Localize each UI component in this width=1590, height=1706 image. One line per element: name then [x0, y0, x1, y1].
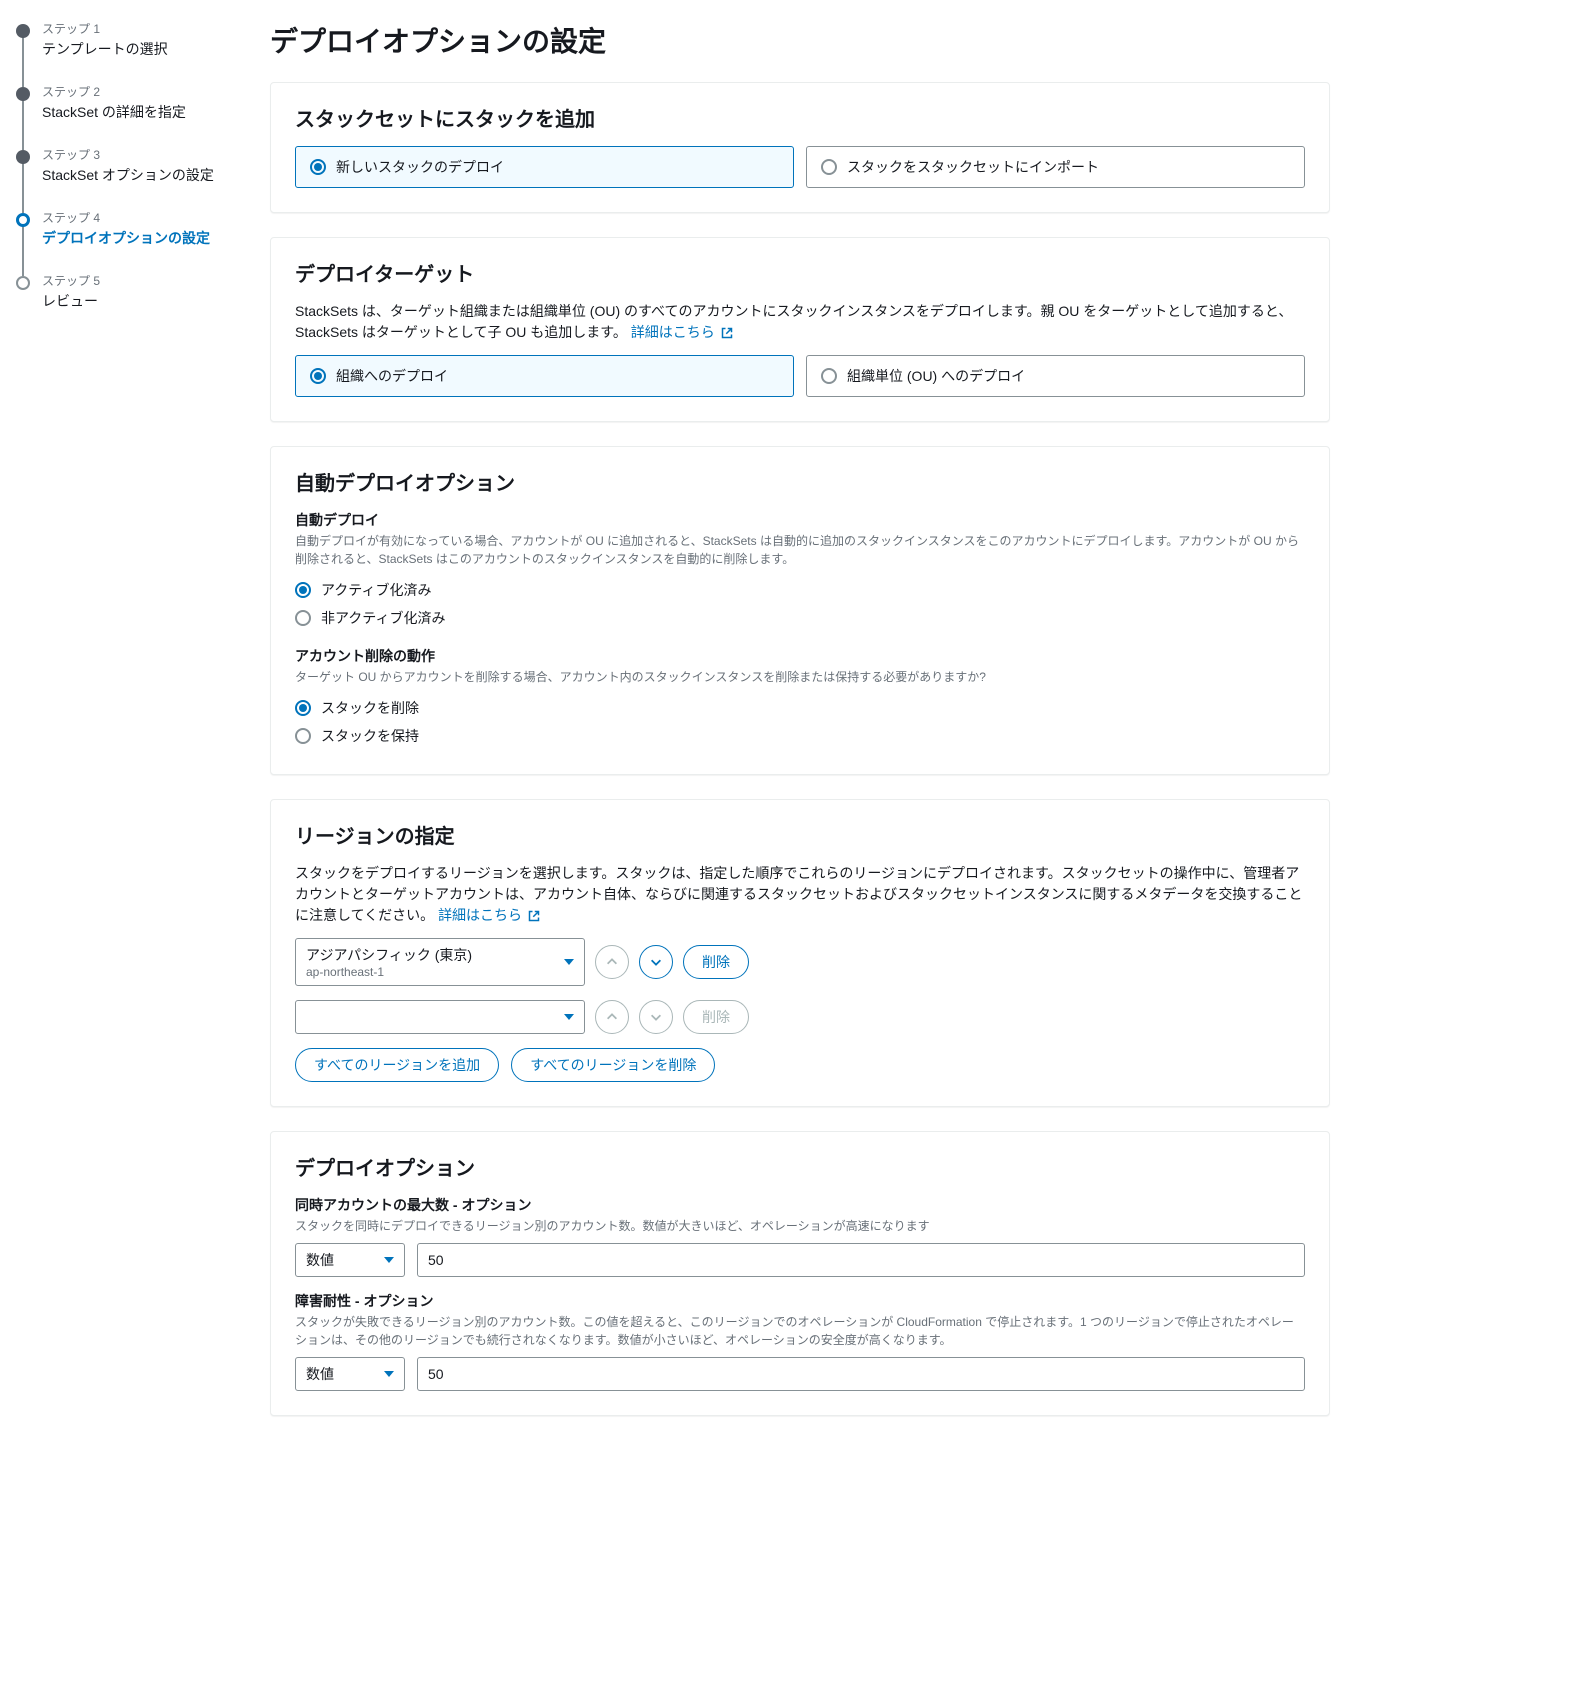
radio-icon	[310, 159, 326, 175]
caret-down-icon	[564, 1014, 574, 1020]
radio-icon	[295, 700, 311, 716]
radio-retain-stacks[interactable]: スタックを保持	[295, 722, 1305, 750]
region-row: 削除	[295, 1000, 1305, 1034]
step-title: StackSet オプションの設定	[42, 165, 270, 185]
step-number: ステップ 3	[42, 146, 270, 163]
region-select[interactable]: アジアパシフィック (東京) ap-northeast-1	[295, 938, 585, 986]
max-concurrent-input[interactable]	[417, 1243, 1305, 1277]
tile-deploy-to-ou[interactable]: 組織単位 (OU) へのデプロイ	[806, 355, 1305, 397]
panel-deploy-options: デプロイオプション 同時アカウントの最大数 - オプション スタックを同時にデプ…	[270, 1131, 1330, 1416]
step-1[interactable]: ステップ 1 テンプレートの選択	[16, 20, 270, 83]
tile-deploy-new-stacks[interactable]: 新しいスタックのデプロイ	[295, 146, 794, 188]
panel-description: スタックをデプロイするリージョンを選択します。スタックは、指定した順序でこれらの…	[295, 863, 1305, 926]
field-hint: ターゲット OU からアカウントを削除する場合、アカウント内のスタックインスタン…	[295, 668, 1305, 686]
tile-deploy-to-org[interactable]: 組織へのデプロイ	[295, 355, 794, 397]
chevron-up-icon	[605, 1010, 619, 1024]
step-4[interactable]: ステップ 4 デプロイオプションの設定	[16, 209, 270, 272]
chevron-down-icon	[649, 1010, 663, 1024]
tile-label: 組織へのデプロイ	[336, 366, 448, 386]
region-name: アジアパシフィック (東京)	[306, 945, 552, 965]
radio-auto-active[interactable]: アクティブ化済み	[295, 576, 1305, 604]
move-up-button	[595, 945, 629, 979]
step-title: レビュー	[42, 291, 270, 311]
remove-all-regions-button[interactable]: すべてのリージョンを削除	[511, 1048, 715, 1082]
select-value: 数値	[306, 1250, 372, 1270]
select-value: 数値	[306, 1364, 372, 1384]
field-hint: スタックが失敗できるリージョン別のアカウント数。この値を超えると、このリージョン…	[295, 1313, 1305, 1349]
step-5[interactable]: ステップ 5 レビュー	[16, 272, 270, 311]
region-row: アジアパシフィック (東京) ap-northeast-1 削除	[295, 938, 1305, 986]
step-number: ステップ 4	[42, 209, 270, 226]
step-2[interactable]: ステップ 2 StackSet の詳細を指定	[16, 83, 270, 146]
region-code: ap-northeast-1	[306, 965, 552, 979]
radio-label: スタックを保持	[321, 726, 419, 746]
learn-more-link[interactable]: 詳細はこちら	[438, 907, 540, 923]
move-up-button	[595, 1000, 629, 1034]
panel-heading: 自動デプロイオプション	[295, 467, 1305, 496]
radio-delete-stacks[interactable]: スタックを削除	[295, 694, 1305, 722]
tile-label: 組織単位 (OU) へのデプロイ	[847, 366, 1025, 386]
panel-regions: リージョンの指定 スタックをデプロイするリージョンを選択します。スタックは、指定…	[270, 799, 1330, 1107]
main-content: デプロイオプションの設定 スタックセットにスタックを追加 新しいスタックのデプロ…	[270, 20, 1330, 1440]
failure-tolerance-input[interactable]	[417, 1357, 1305, 1391]
radio-icon	[295, 582, 311, 598]
caret-down-icon	[384, 1257, 394, 1263]
radio-auto-inactive[interactable]: 非アクティブ化済み	[295, 604, 1305, 632]
field-hint: スタックを同時にデプロイできるリージョン別のアカウント数。数値が大きいほど、オペ…	[295, 1217, 1305, 1235]
external-link-icon	[528, 910, 540, 922]
radio-icon	[310, 368, 326, 384]
step-number: ステップ 5	[42, 272, 270, 289]
field-label-failure-tolerance: 障害耐性 - オプション	[295, 1291, 1305, 1311]
radio-icon	[821, 368, 837, 384]
panel-heading: リージョンの指定	[295, 820, 1305, 849]
step-dot-icon	[16, 87, 30, 101]
panel-heading: スタックセットにスタックを追加	[295, 103, 1305, 132]
field-hint: 自動デプロイが有効になっている場合、アカウントが OU に追加されると、Stac…	[295, 532, 1305, 568]
step-dot-icon	[16, 150, 30, 164]
radio-icon	[821, 159, 837, 175]
step-number: ステップ 2	[42, 83, 270, 100]
panel-heading: デプロイオプション	[295, 1152, 1305, 1181]
step-dot-icon	[16, 213, 30, 227]
remove-region-button: 削除	[683, 1000, 749, 1034]
max-concurrent-mode-select[interactable]: 数値	[295, 1243, 405, 1277]
tile-label: 新しいスタックのデプロイ	[336, 157, 504, 177]
step-number: ステップ 1	[42, 20, 270, 37]
add-all-regions-button[interactable]: すべてのリージョンを追加	[295, 1048, 499, 1082]
region-select[interactable]	[295, 1000, 585, 1034]
chevron-up-icon	[605, 955, 619, 969]
field-label-max-concurrent: 同時アカウントの最大数 - オプション	[295, 1195, 1305, 1215]
panel-description: StackSets は、ターゲット組織または組織単位 (OU) のすべてのアカウ…	[295, 301, 1305, 343]
learn-more-link[interactable]: 詳細はこちら	[631, 324, 733, 340]
caret-down-icon	[564, 959, 574, 965]
radio-label: スタックを削除	[321, 698, 419, 718]
panel-auto-deploy: 自動デプロイオプション 自動デプロイ 自動デプロイが有効になっている場合、アカウ…	[270, 446, 1330, 775]
step-title: StackSet の詳細を指定	[42, 102, 270, 122]
radio-label: アクティブ化済み	[321, 580, 431, 600]
external-link-icon	[721, 327, 733, 339]
tile-label: スタックをスタックセットにインポート	[847, 157, 1099, 177]
radio-icon	[295, 610, 311, 626]
move-down-button[interactable]	[639, 945, 673, 979]
radio-label: 非アクティブ化済み	[321, 608, 445, 628]
caret-down-icon	[384, 1371, 394, 1377]
move-down-button	[639, 1000, 673, 1034]
page-title: デプロイオプションの設定	[270, 20, 1330, 60]
field-label-auto-deploy: 自動デプロイ	[295, 510, 1305, 530]
tile-import-stacks[interactable]: スタックをスタックセットにインポート	[806, 146, 1305, 188]
field-label-account-removal: アカウント削除の動作	[295, 646, 1305, 666]
step-dot-icon	[16, 276, 30, 290]
panel-deploy-target: デプロイターゲット StackSets は、ターゲット組織または組織単位 (OU…	[270, 237, 1330, 422]
panel-heading: デプロイターゲット	[295, 258, 1305, 287]
step-3[interactable]: ステップ 3 StackSet オプションの設定	[16, 146, 270, 209]
remove-region-button[interactable]: 削除	[683, 945, 749, 979]
failure-tolerance-mode-select[interactable]: 数値	[295, 1357, 405, 1391]
step-title: テンプレートの選択	[42, 39, 270, 59]
chevron-down-icon	[649, 955, 663, 969]
panel-add-stacks: スタックセットにスタックを追加 新しいスタックのデプロイ スタックをスタックセッ…	[270, 82, 1330, 213]
step-dot-icon	[16, 24, 30, 38]
wizard-stepper: ステップ 1 テンプレートの選択 ステップ 2 StackSet の詳細を指定 …	[10, 20, 270, 1440]
step-title: デプロイオプションの設定	[42, 228, 270, 248]
radio-icon	[295, 728, 311, 744]
